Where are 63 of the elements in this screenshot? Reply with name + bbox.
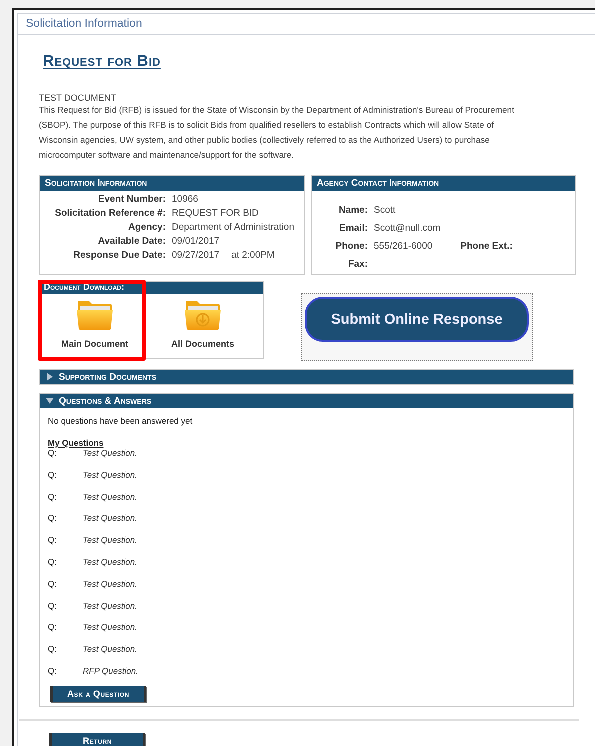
download-link[interactable]: Main Document bbox=[61, 339, 128, 349]
question-text[interactable]: Test Question. bbox=[83, 556, 565, 567]
question-prefix: Q: bbox=[48, 492, 58, 502]
question-prefix: Q: bbox=[48, 578, 58, 589]
description-text: This Request for Bid (RFB) is issued for the State of Wisconsin by the Department of Administration's Bureau of Procurement (SBOP). The purpose of this RFB is to solicit Bids from qualified resellers to establish Contracts which will allow State of Wisconsin agencies, UW system, and other public bodies (collectively referred to as the Authorized Users) to purchase microcomputer software and maintenance/support for the software. bbox=[39, 104, 516, 162]
field-value: Department of Administration bbox=[172, 222, 295, 233]
field-value: REQUEST FOR BID bbox=[172, 208, 259, 219]
section-header[interactable]: Questions & Answers bbox=[40, 394, 573, 408]
submit-response-button[interactable]: Submit Online Response bbox=[305, 297, 529, 342]
expand-triangle-icon bbox=[46, 373, 54, 381]
field-label: Agency: bbox=[128, 222, 166, 233]
field-value: 09/27/2017 bbox=[172, 250, 220, 261]
folder-icon bbox=[76, 299, 114, 331]
question-prefix: Q: bbox=[48, 535, 58, 546]
field-label: Phone Ext.: bbox=[460, 241, 513, 252]
question-text[interactable]: Test Question. bbox=[83, 492, 565, 502]
section-header[interactable]: Supporting Documents bbox=[40, 370, 573, 384]
question-prefix: Q: bbox=[48, 556, 58, 567]
field-value: 10966 bbox=[172, 194, 198, 205]
collapse-triangle-icon bbox=[46, 397, 54, 405]
questions-heading: My Questions bbox=[48, 438, 104, 448]
box-header: Agency Contact Information bbox=[312, 176, 575, 191]
question-text[interactable]: Test Question. bbox=[83, 535, 565, 546]
document-title: TEST DOCUMENT bbox=[39, 93, 118, 103]
field-label: Fax: bbox=[347, 259, 368, 270]
field-value: 555/261-6000 bbox=[374, 241, 433, 252]
question-text[interactable]: Test Question. bbox=[83, 644, 565, 654]
field-label: Phone: bbox=[334, 241, 368, 252]
field-label: Event Number: bbox=[97, 194, 166, 205]
page-heading: Request for Bid bbox=[43, 53, 162, 71]
return-button[interactable]: Return bbox=[49, 732, 145, 746]
download-link[interactable]: All Documents bbox=[171, 339, 234, 349]
question-text[interactable]: Test Question. bbox=[83, 578, 565, 589]
question-prefix: Q: bbox=[48, 622, 58, 632]
box-header: Document Download: bbox=[40, 282, 263, 294]
question-text[interactable]: Test Question. bbox=[83, 470, 565, 480]
field-label: Available Date: bbox=[97, 236, 166, 247]
section-title: Supporting Documents bbox=[59, 372, 157, 382]
status-text: No questions have been answered yet bbox=[48, 416, 194, 426]
question-prefix: Q: bbox=[48, 470, 58, 480]
question-prefix: Q: bbox=[48, 448, 58, 458]
question-text[interactable]: Test Question. bbox=[83, 448, 565, 458]
field-value: 09/01/2017 bbox=[172, 236, 220, 247]
question-text[interactable]: Test Question. bbox=[83, 513, 565, 524]
field-value: Scott bbox=[374, 205, 396, 216]
question-prefix: Q: bbox=[48, 644, 58, 654]
question-prefix: Q: bbox=[48, 600, 58, 611]
field-label: Email: bbox=[338, 223, 368, 234]
panel-title: Solicitation Information bbox=[18, 14, 595, 35]
field-value: Scott@null.com bbox=[374, 223, 441, 234]
section-title: Questions & Answers bbox=[59, 396, 152, 406]
question-prefix: Q: bbox=[48, 513, 58, 524]
download-folder-icon bbox=[184, 299, 222, 331]
question-prefix: Q: bbox=[48, 666, 58, 676]
due-time: at 2:00PM bbox=[230, 250, 275, 261]
question-text[interactable]: RFP Question. bbox=[83, 666, 565, 676]
field-label: Response Due Date: bbox=[72, 250, 166, 261]
question-text[interactable]: Test Question. bbox=[83, 622, 565, 632]
question-text[interactable]: Test Question. bbox=[83, 600, 565, 611]
ask-question-button[interactable]: Ask a Question bbox=[50, 686, 146, 702]
box-header: Solicitation Information bbox=[40, 176, 304, 191]
field-label: Name: bbox=[338, 205, 368, 216]
field-label: Solicitation Reference #: bbox=[54, 208, 166, 219]
